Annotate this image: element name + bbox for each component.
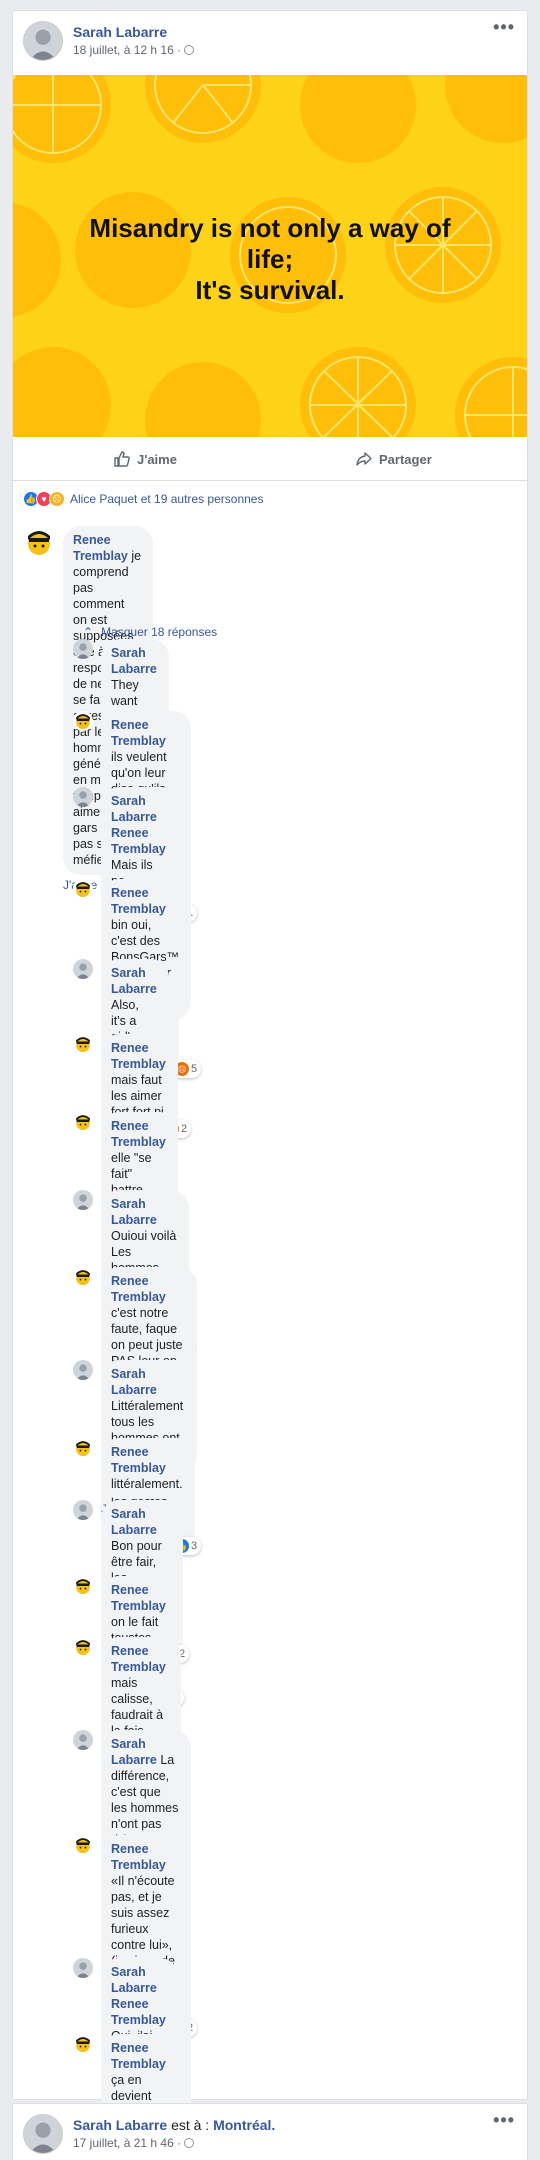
commenter-avatar[interactable] bbox=[23, 526, 55, 558]
globe-icon bbox=[184, 2138, 195, 2148]
next-post-date[interactable]: 17 juillet, à 21 h 46 · bbox=[73, 2136, 195, 2150]
comment-author[interactable]: Renee Tremblay bbox=[73, 533, 128, 563]
comment-author[interactable]: Renee Tremblay bbox=[111, 1274, 166, 1304]
hide-replies-link[interactable]: ⌃ Masquer 18 réponses bbox=[83, 625, 217, 639]
comment-author[interactable]: Sarah Labarre bbox=[111, 1507, 157, 1537]
commenter-avatar[interactable] bbox=[73, 2034, 93, 2054]
commenter-avatar[interactable] bbox=[73, 787, 93, 807]
sarah-avatar[interactable] bbox=[23, 21, 63, 61]
comment-author[interactable]: Renee Tremblay bbox=[111, 1644, 166, 1674]
commenter-avatar[interactable] bbox=[73, 1576, 93, 1596]
comment-author[interactable]: Sarah Labarre bbox=[111, 794, 157, 824]
post-image[interactable]: Misandry is not only a way of life; It's… bbox=[13, 75, 527, 437]
share-icon bbox=[356, 452, 372, 466]
like-button[interactable]: J'aime bbox=[113, 450, 177, 468]
comment-author[interactable]: Renee Tremblay bbox=[111, 718, 166, 748]
hide-replies-label: Masquer 18 réponses bbox=[101, 625, 218, 639]
commenter-avatar[interactable] bbox=[73, 1034, 93, 1054]
post-date[interactable]: 18 juillet, à 12 h 16 · bbox=[73, 43, 195, 57]
tagged-user[interactable]: Renee Tremblay bbox=[111, 1997, 166, 2027]
post-actions: J'aime Partager bbox=[13, 437, 527, 481]
comment-author[interactable]: Sarah Labarre bbox=[111, 1965, 157, 1995]
next-post-card: Sarah Labarre est à : Montréal. 17 juill… bbox=[12, 2103, 528, 2160]
next-post-header: Sarah Labarre est à : Montréal. 17 juill… bbox=[23, 2110, 519, 2158]
commenter-avatar[interactable] bbox=[73, 1500, 93, 1520]
more-options-icon[interactable]: ••• bbox=[493, 2110, 515, 2131]
thumbs-up-icon bbox=[114, 451, 130, 467]
banner-line-2: life; bbox=[246, 244, 294, 274]
comment-bubble: Renee Tremblay littéralement. bbox=[101, 1438, 195, 1499]
comment-author[interactable]: Renee Tremblay bbox=[111, 1041, 166, 1071]
post-card: Sarah Labarre 18 juillet, à 12 h 16 · ••… bbox=[12, 10, 528, 2160]
commenter-avatar[interactable] bbox=[73, 1112, 93, 1132]
comment-author[interactable]: Sarah Labarre bbox=[111, 646, 157, 676]
sad-reaction-icon: ☹ bbox=[49, 491, 65, 507]
comment-author[interactable]: Sarah Labarre bbox=[111, 1367, 157, 1397]
comment-author[interactable]: Renee Tremblay bbox=[111, 886, 166, 916]
comment-author[interactable]: Renee Tremblay bbox=[111, 1119, 166, 1149]
comment-author[interactable]: Sarah Labarre bbox=[111, 1197, 157, 1227]
banner-caption: Misandry is not only a way of life; It's… bbox=[13, 213, 527, 306]
sarah-avatar[interactable] bbox=[23, 2114, 63, 2154]
globe-icon bbox=[184, 45, 195, 55]
post-author[interactable]: Sarah Labarre bbox=[73, 24, 167, 40]
chevron-up-icon: ⌃ bbox=[83, 625, 94, 639]
commenter-avatar[interactable] bbox=[73, 959, 93, 979]
commenter-avatar[interactable] bbox=[73, 1190, 93, 1210]
banner-line-3: It's survival. bbox=[195, 275, 345, 305]
post-header: Sarah Labarre 18 juillet, à 12 h 16 · ••… bbox=[23, 17, 519, 65]
commenter-avatar[interactable] bbox=[73, 1637, 93, 1657]
comment-author[interactable]: Renee Tremblay bbox=[111, 1842, 166, 1872]
reactions-summary[interactable]: 👍 ♥ ☹ Alice Paquet et 19 autres personne… bbox=[23, 489, 263, 509]
share-label: Partager bbox=[379, 451, 432, 467]
banner-line-1: Misandry is not only a way of bbox=[89, 213, 451, 243]
comment-author[interactable]: Sarah Labarre bbox=[111, 1737, 157, 1767]
comment-author[interactable]: Renee Tremblay bbox=[111, 2041, 166, 2071]
comment-text: littéralement. bbox=[111, 1477, 183, 1491]
commenter-avatar[interactable] bbox=[73, 1267, 93, 1287]
share-button[interactable]: Partager bbox=[355, 450, 432, 468]
more-options-icon[interactable]: ••• bbox=[493, 17, 515, 38]
location-link[interactable]: Montréal. bbox=[213, 2117, 275, 2133]
post-date-text: 18 juillet, à 12 h 16 · bbox=[73, 43, 182, 57]
next-post-author-line: Sarah Labarre est à : Montréal. bbox=[73, 2117, 275, 2133]
comment-author[interactable]: Sarah Labarre bbox=[111, 966, 157, 996]
commenter-avatar[interactable] bbox=[73, 711, 93, 731]
commenter-avatar[interactable] bbox=[73, 1730, 93, 1750]
comment-author[interactable]: Renee Tremblay bbox=[111, 1583, 166, 1613]
reaction-count-number: 2 bbox=[181, 1123, 188, 1135]
commenter-avatar[interactable] bbox=[73, 879, 93, 899]
commenter-avatar[interactable] bbox=[73, 1835, 93, 1855]
commenter-avatar[interactable] bbox=[73, 1438, 93, 1458]
reactions-text: Alice Paquet et 19 autres personnes bbox=[70, 492, 264, 506]
next-post-date-text: 17 juillet, à 21 h 46 · bbox=[73, 2136, 182, 2150]
reaction-count-number: 3 bbox=[191, 1540, 198, 1552]
reaction-count-number: 5 bbox=[191, 1063, 198, 1075]
commenter-avatar[interactable] bbox=[73, 639, 93, 659]
location-prefix: est à : bbox=[171, 2117, 210, 2133]
comment-author[interactable]: Renee Tremblay bbox=[111, 1445, 166, 1475]
next-post-author[interactable]: Sarah Labarre bbox=[73, 2117, 167, 2133]
commenter-avatar[interactable] bbox=[73, 1360, 93, 1380]
commenter-avatar[interactable] bbox=[73, 1958, 93, 1978]
tagged-user[interactable]: Renee Tremblay bbox=[111, 826, 166, 856]
like-label: J'aime bbox=[137, 451, 177, 467]
